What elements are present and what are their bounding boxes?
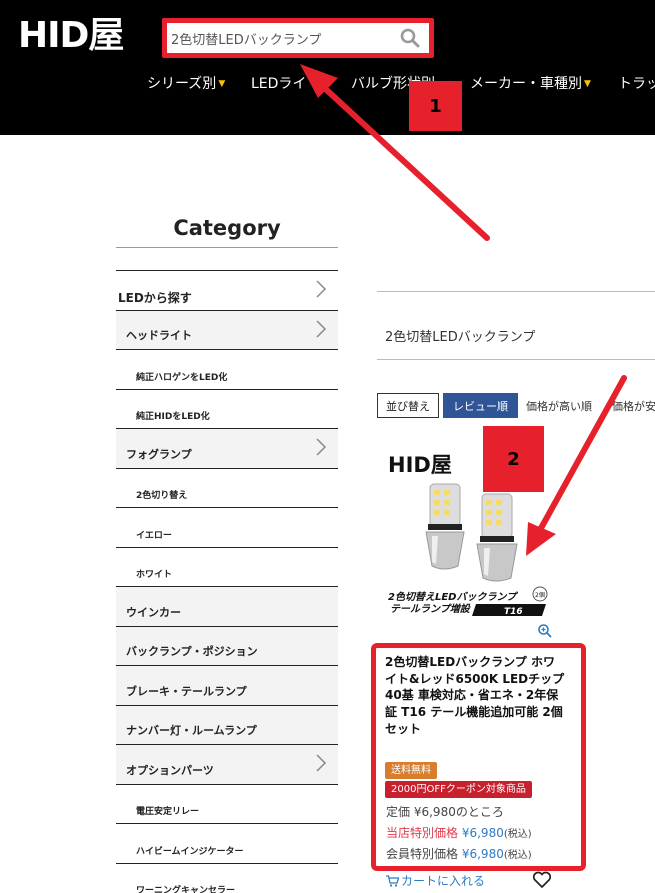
divider: [116, 247, 338, 248]
site-header: HID屋 シリーズ別▼ LEDライ バルブ形状別 メーカー・車種別▼ トラッ: [0, 0, 655, 135]
annotation-badge-2: 2: [483, 426, 544, 492]
category-item-brake[interactable]: ブレーキ・テールランプ: [116, 666, 338, 706]
search-icon[interactable]: [399, 27, 421, 49]
sort-review[interactable]: レビュー順: [443, 393, 518, 418]
category-label: 2色切り替え: [136, 491, 188, 501]
nav-item-series[interactable]: シリーズ別 ▼: [147, 73, 225, 93]
product-title[interactable]: 2色切替LEDバックランプ ホワイト&レッド6500K LEDチップ40基 車検…: [385, 654, 565, 738]
category-item-halogen-to-led[interactable]: 純正ハロゲンをLED化: [116, 350, 338, 390]
category-item-two-color[interactable]: 2色切り替え: [116, 468, 338, 508]
category-label: ワーニングキャンセラー: [136, 886, 236, 893]
category-label: ホワイト: [136, 570, 173, 580]
category-label: バックランプ・ポジション: [126, 645, 258, 658]
category-item-led[interactable]: LEDから探す: [116, 271, 338, 311]
divider: [377, 359, 655, 360]
sort-price-high[interactable]: 価格が高い順: [526, 393, 592, 418]
category-label: オプションパーツ: [126, 763, 214, 777]
chevron-right-icon: [316, 438, 327, 456]
site-logo[interactable]: HID屋: [18, 14, 124, 58]
product-image-model: T16: [504, 607, 523, 617]
category-label: ハイビームインジケーター: [136, 846, 244, 857]
free-shipping-tag: 送料無料: [385, 762, 437, 779]
category-item-white[interactable]: ホワイト: [116, 547, 338, 587]
category-label: ウインカー: [126, 605, 181, 619]
bulb-right: [476, 493, 518, 582]
category-item-headlight[interactable]: ヘッドライト: [116, 310, 338, 350]
category-label: 純正ハロゲンをLED化: [136, 372, 228, 383]
product-image-caption: 2色切替えLEDバックランプ: [388, 591, 518, 603]
category-item-relay[interactable]: 電圧安定リレー: [116, 784, 338, 824]
search-input[interactable]: [171, 26, 401, 50]
search-box: [162, 18, 434, 58]
chevron-right-icon: [316, 319, 327, 338]
member-price: 会員特別価格 ¥6,980(税込): [386, 847, 532, 861]
sort-price-low[interactable]: 価格が安: [612, 393, 655, 418]
cart-icon: [386, 875, 400, 887]
product-image-pack: 2個: [535, 591, 545, 599]
category-label: ナンバー灯・ルームランプ: [126, 724, 257, 737]
caret-down-icon: ▼: [584, 79, 591, 89]
store-price: 当店特別価格 ¥6,980(税込): [386, 826, 532, 840]
category-label: ブレーキ・テールランプ: [126, 684, 247, 698]
category-item-winker[interactable]: ウインカー: [116, 587, 338, 627]
add-to-cart-button[interactable]: カートに入れる: [386, 872, 485, 889]
category-item-indicator[interactable]: ハイビームインジケーター: [116, 824, 338, 864]
category-list: LEDから探す ヘッドライト 純正ハロゲンをLED化 純正HIDをLED化 フォ…: [116, 270, 338, 893]
category-label: イエロー: [136, 530, 172, 541]
category-item-canceller[interactable]: ワーニングキャンセラー: [116, 863, 338, 893]
coupon-tag: 2000円OFFクーポン対象商品: [385, 781, 532, 798]
nav-item-led-light[interactable]: LEDライ: [251, 73, 306, 93]
category-item-foglamp[interactable]: フォグランプ: [116, 429, 338, 469]
category-label: ヘッドライト: [126, 329, 192, 342]
category-item-number-room[interactable]: ナンバー灯・ルームランプ: [116, 705, 338, 745]
category-label: 電圧安定リレー: [136, 807, 200, 817]
favorite-icon[interactable]: [532, 871, 552, 889]
chevron-right-icon: [316, 754, 327, 772]
category-label: LEDから探す: [118, 290, 192, 305]
chevron-right-icon: [316, 280, 327, 298]
annotation-badge-1: 1: [409, 81, 462, 131]
nav-item-maker[interactable]: メーカー・車種別 ▼: [470, 73, 591, 93]
sort-label: 並び替え: [377, 393, 439, 418]
category-label: フォグランプ: [126, 447, 192, 461]
product-image-caption2: テールランプ増設: [390, 603, 472, 615]
search-query-label: 2色切替LEDバックランプ: [385, 330, 536, 345]
category-item-options[interactable]: オプションパーツ: [116, 745, 338, 785]
bulb-left: [425, 483, 465, 570]
list-price: 定価 ¥6,980のところ: [386, 805, 504, 819]
divider: [377, 291, 655, 292]
nav-item-truck[interactable]: トラッ: [618, 73, 655, 93]
category-title: Category: [173, 216, 281, 240]
caret-down-icon: ▼: [218, 79, 226, 89]
category-item-backlamp[interactable]: バックランプ・ポジション: [116, 626, 338, 666]
main-nav: シリーズ別 ▼ LEDライ バルブ形状別 メーカー・車種別 ▼ トラッ: [0, 73, 655, 97]
zoom-icon[interactable]: [537, 623, 553, 639]
category-label: 純正HIDをLED化: [136, 412, 210, 422]
category-item-yellow[interactable]: イエロー: [116, 508, 338, 548]
category-item-hid-to-led[interactable]: 純正HIDをLED化: [116, 389, 338, 429]
product-image-brand: HID屋: [388, 453, 452, 477]
